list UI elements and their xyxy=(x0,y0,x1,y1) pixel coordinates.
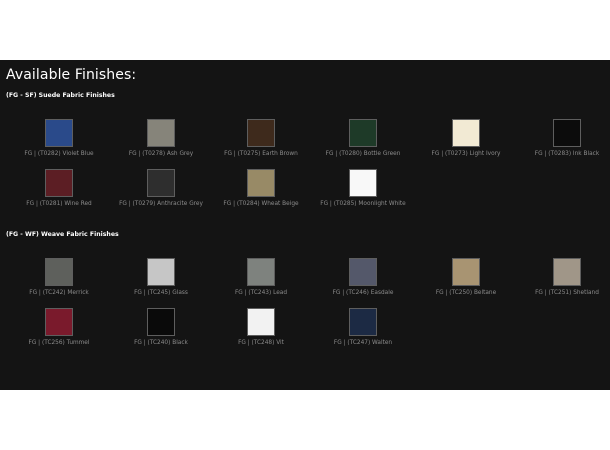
swatch-label: FG | (TC247) Walten xyxy=(333,340,393,346)
section-title-weave: (FG - WF) Weave Fabric Finishes xyxy=(6,231,119,238)
finish-swatch-item[interactable]: FG | (TC247) Walten xyxy=(303,308,423,346)
swatch-color[interactable] xyxy=(147,119,175,147)
swatch-color[interactable] xyxy=(349,258,377,286)
finish-swatch-item[interactable]: FG | (T0283) Ink Black xyxy=(507,119,610,157)
swatch-color[interactable] xyxy=(45,119,73,147)
page-heading: Available Finishes: xyxy=(6,67,137,83)
finish-swatch-item[interactable]: FG | (TC251) Shetland xyxy=(507,258,610,296)
swatch-color[interactable] xyxy=(45,308,73,336)
section-title-suede: (FG - SF) Suede Fabric Finishes xyxy=(6,92,115,99)
swatch-color[interactable] xyxy=(349,119,377,147)
swatch-color[interactable] xyxy=(147,169,175,197)
swatch-label: FG | (T0285) Moonlight White xyxy=(320,201,406,207)
finish-swatch-item[interactable]: FG | (T0285) Moonlight White xyxy=(303,169,423,207)
finishes-panel: Available Finishes: (FG - SF) Suede Fabr… xyxy=(0,60,610,390)
swatch-label: FG | (TC251) Shetland xyxy=(535,290,599,296)
finish-swatch-item[interactable]: FG | (T0280) Bottle Green xyxy=(303,119,423,157)
swatch-color[interactable] xyxy=(247,169,275,197)
swatch-color[interactable] xyxy=(452,119,480,147)
swatch-label: FG | (T0280) Bottle Green xyxy=(325,151,401,157)
swatch-label: FG | (T0283) Ink Black xyxy=(534,151,600,157)
swatch-color[interactable] xyxy=(45,258,73,286)
swatch-color[interactable] xyxy=(452,258,480,286)
swatch-color[interactable] xyxy=(349,308,377,336)
swatch-color[interactable] xyxy=(553,258,581,286)
swatch-label: FG | (TC246) Easdale xyxy=(332,290,394,296)
finish-swatch-item[interactable]: FG | (TC246) Easdale xyxy=(303,258,423,296)
swatch-color[interactable] xyxy=(45,169,73,197)
swatch-color[interactable] xyxy=(349,169,377,197)
swatch-color[interactable] xyxy=(247,308,275,336)
swatch-color[interactable] xyxy=(553,119,581,147)
swatch-color[interactable] xyxy=(147,308,175,336)
swatch-color[interactable] xyxy=(247,119,275,147)
swatch-color[interactable] xyxy=(247,258,275,286)
swatch-color[interactable] xyxy=(147,258,175,286)
